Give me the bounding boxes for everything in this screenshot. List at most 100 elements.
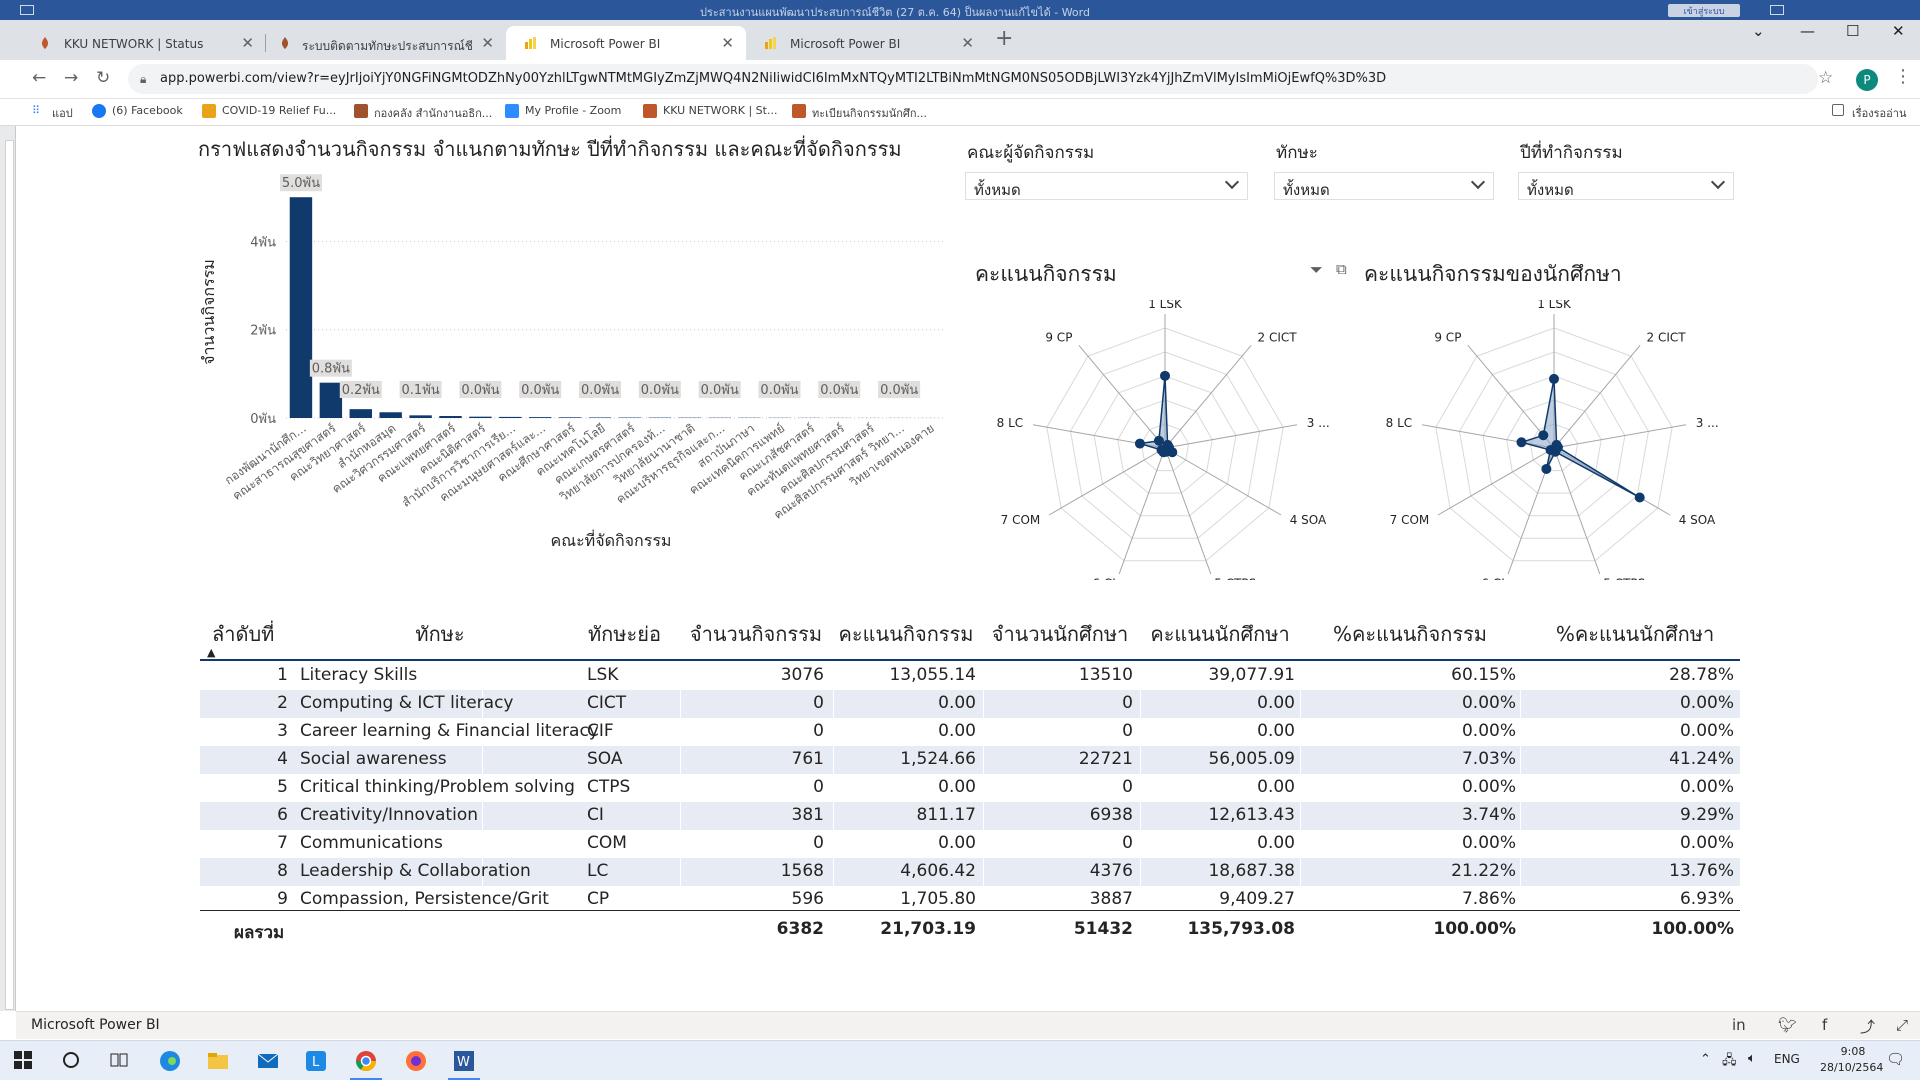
radar-axis-label: 9 CP (1045, 331, 1072, 345)
bookmark-kku-network[interactable]: KKU NETWORK | St... (643, 104, 777, 118)
maximize-icon[interactable]: ☐ (1846, 22, 1859, 40)
column-header[interactable]: ลำดับที่ (212, 618, 302, 650)
table-row[interactable]: 2 Computing & ICT literacy CICT 0 0.00 0 0.00 0… (200, 690, 1740, 718)
linkedin-icon[interactable]: in (1732, 1016, 1746, 1034)
windows-start-icon[interactable] (12, 1049, 36, 1073)
radar2-title: คะแนนกิจกรรมของนักศึกษา (1364, 262, 1622, 286)
table-cell: 0.00% (1679, 693, 1734, 713)
tab-powerbi[interactable]: Microsoft Power BI ✕ (746, 26, 986, 60)
bar-chart-title: กราฟแสดงจำนวนกิจกรรม จำแนกตามทักษะ ปีที่… (198, 137, 902, 161)
table-row[interactable]: 1 Literacy Skills LSK 3076 13,055.14 13510 39,… (200, 662, 1740, 690)
language-indicator[interactable]: ENG (1774, 1052, 1800, 1066)
tab-kku-network[interactable]: KKU NETWORK | Status ✕ (20, 26, 266, 60)
kku-flame-icon (354, 104, 368, 118)
filter-icon[interactable]: ⏷ (1310, 260, 1323, 280)
sort-ascending-icon[interactable]: ▲ (207, 646, 215, 659)
chevron-down-icon (1710, 174, 1726, 190)
bookmark-finance[interactable]: กองคลัง สำนักงานอธิก... (354, 104, 492, 122)
kku-flame-icon (38, 36, 52, 50)
line-app-icon[interactable]: L (304, 1049, 328, 1073)
close-window-icon[interactable]: ✕ (1892, 22, 1905, 40)
clock-date[interactable]: 28/10/2564 (1820, 1061, 1883, 1074)
tab-search-icon[interactable]: ⌄ (1752, 22, 1765, 40)
column-header[interactable]: %คะแนนกิจกรรม (1330, 618, 1490, 650)
table-cell: Literacy Skills (300, 665, 418, 685)
network-icon[interactable]: 🖧︎ (1722, 1051, 1737, 1073)
tab-powerbi-active[interactable]: Microsoft Power BI ✕ (506, 26, 746, 60)
radar-point (1516, 437, 1527, 448)
reload-icon[interactable]: ↻ (96, 68, 110, 88)
total-cell: 100.00% (1433, 919, 1516, 939)
radar-axis-label: 4 SOA (1290, 513, 1327, 527)
table-row[interactable]: 6 Creativity/Innovation CI 381 811.17 6938 12,… (200, 802, 1740, 830)
word-icon[interactable]: W (452, 1049, 476, 1073)
table-cell: 0.00% (1679, 777, 1734, 797)
chrome-icon[interactable] (354, 1049, 378, 1073)
close-icon[interactable]: ✕ (721, 34, 734, 52)
table-row[interactable]: 3 Career learning & Financial literacy CIF… (200, 718, 1740, 746)
total-cell: 135,793.08 (1187, 919, 1295, 939)
table-cell: 0 (813, 777, 824, 797)
radar-axis-label: 9 CP (1434, 331, 1461, 345)
new-tab-icon[interactable]: + (995, 26, 1013, 51)
search-icon[interactable] (60, 1049, 84, 1073)
column-header[interactable]: จำนวนกิจกรรม (686, 618, 826, 650)
tray-chevron-icon[interactable]: ⌃ (1700, 1052, 1711, 1067)
table-row[interactable]: 7 Communications COM 0 0.00 0 0.00 0.00% 0.00% (200, 830, 1740, 858)
table-cell: 1,524.66 (900, 749, 976, 769)
star-bookmark-icon[interactable]: ☆ (1818, 68, 1833, 88)
radar-chart-activity-score[interactable]: 1 LSK 2 CICT 3 ... 4 SOA 5 CTPS 6 CI 7 COM 8 LC… (990, 300, 1350, 580)
radar-axis (1437, 447, 1555, 516)
column-header[interactable]: คะแนนกิจกรรม (836, 618, 976, 650)
word-save-icon[interactable] (20, 5, 34, 15)
tab-skill-tracking[interactable]: ระบบติดตามทักษะประสบการณ์ชีวิต มข ✕ (266, 26, 506, 60)
word-signin-badge[interactable]: เข้าสู่ระบบ (1668, 4, 1740, 17)
skill-dropdown[interactable]: ทั้งหมด (1274, 172, 1494, 200)
edge-icon[interactable] (158, 1049, 182, 1073)
bookmark-apps[interactable]: ⠿ แอป (32, 104, 73, 122)
lock-icon[interactable]: 🔒︎ (140, 72, 146, 87)
share-icon[interactable]: ⤴ (1860, 1016, 1875, 1037)
year-dropdown[interactable]: ทั้งหมด (1518, 172, 1734, 200)
close-icon[interactable]: ✕ (961, 34, 974, 52)
mail-icon[interactable] (256, 1049, 280, 1073)
radar-chart-student-score[interactable]: 1 LSK 2 CICT 3 ... 4 SOA 5 CTPS 6 CI 7 COM 8 LC… (1379, 300, 1739, 580)
volume-icon[interactable]: 🔈︎ (1748, 1051, 1756, 1066)
table-cell: 811.17 (916, 805, 976, 825)
clock-time[interactable]: 9:08 (1826, 1045, 1880, 1058)
fullscreen-icon[interactable]: ⤢ (1896, 1016, 1908, 1034)
column-header[interactable]: ทักษะ (360, 618, 520, 650)
word-ribbon-icon[interactable] (1770, 5, 1784, 15)
table-row[interactable]: 4 Social awareness SOA 761 1,524.66 22721 56,0… (200, 746, 1740, 774)
bookmark-covid[interactable]: COVID-19 Relief Fu... (202, 104, 336, 118)
bookmark-activity-registry[interactable]: ทะเบียนกิจกรรมนักศึก... (792, 104, 927, 122)
back-icon[interactable]: ← (32, 68, 46, 88)
minimize-icon[interactable]: — (1800, 22, 1815, 40)
url-text[interactable]: app.powerbi.com/view?r=eyJrIjoiYjY0NGFiN… (160, 71, 1760, 86)
firefox-icon[interactable] (404, 1049, 428, 1073)
close-icon[interactable]: ✕ (241, 34, 254, 52)
task-view-icon[interactable] (108, 1049, 132, 1073)
file-explorer-icon[interactable] (206, 1049, 230, 1073)
profile-avatar[interactable]: P (1856, 69, 1878, 91)
faculty-dropdown[interactable]: ทั้งหมด (965, 172, 1248, 200)
bar-chart[interactable]: 0พัน 2พัน 4พันจำนวนกิจกรรมคณะที่จัดกิจกรรม… (196, 162, 956, 562)
column-header[interactable]: %คะแนนนักศึกษา (1540, 618, 1730, 650)
column-header[interactable]: ทักษะย่อ (588, 618, 678, 650)
column-header[interactable]: คะแนนนักศึกษา (1144, 618, 1296, 650)
notification-icon[interactable]: 🗨︎ (1886, 1050, 1905, 1068)
focus-mode-icon[interactable]: ⧉ (1336, 260, 1347, 278)
column-header[interactable]: จำนวนนักศึกษา (986, 618, 1134, 650)
forward-icon[interactable]: → (64, 68, 78, 88)
bookmark-facebook[interactable]: (6) Facebook (92, 104, 183, 118)
facebook-share-icon[interactable]: f (1822, 1016, 1827, 1034)
twitter-icon[interactable]: 🐦︎ (1778, 1016, 1797, 1034)
reading-list[interactable]: เรื่องรออ่าน (1832, 104, 1906, 122)
table-cell: 0.00% (1461, 777, 1516, 797)
chevron-down-icon (1470, 174, 1486, 190)
bookmark-zoom[interactable]: My Profile - Zoom (505, 104, 621, 118)
table-row[interactable]: 8 Leadership & Collaboration LC 1568 4,606.4… (200, 858, 1740, 886)
table-row[interactable]: 5 Critical thinking/Problem solving CTPS 0 0… (200, 774, 1740, 802)
browser-menu-icon[interactable]: ⋮ (1894, 66, 1912, 87)
close-icon[interactable]: ✕ (481, 34, 494, 52)
